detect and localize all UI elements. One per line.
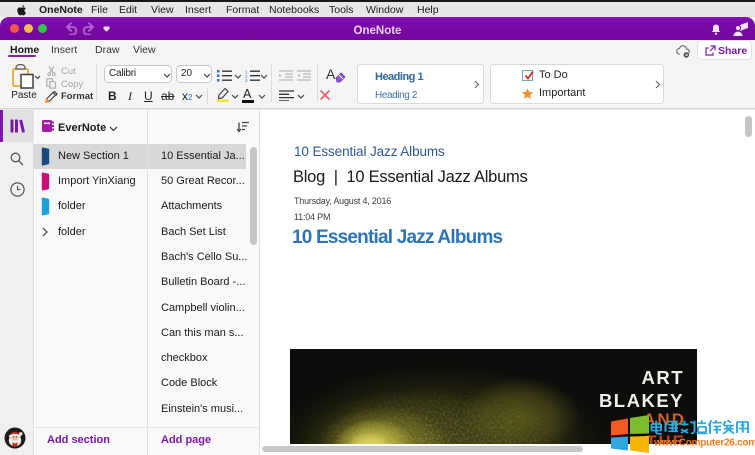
svg-text:www.Computer26.com: www.Computer26.com [653, 438, 755, 449]
svg-text:3: 3 [245, 78, 248, 82]
svg-text:ART: ART [641, 367, 684, 388]
